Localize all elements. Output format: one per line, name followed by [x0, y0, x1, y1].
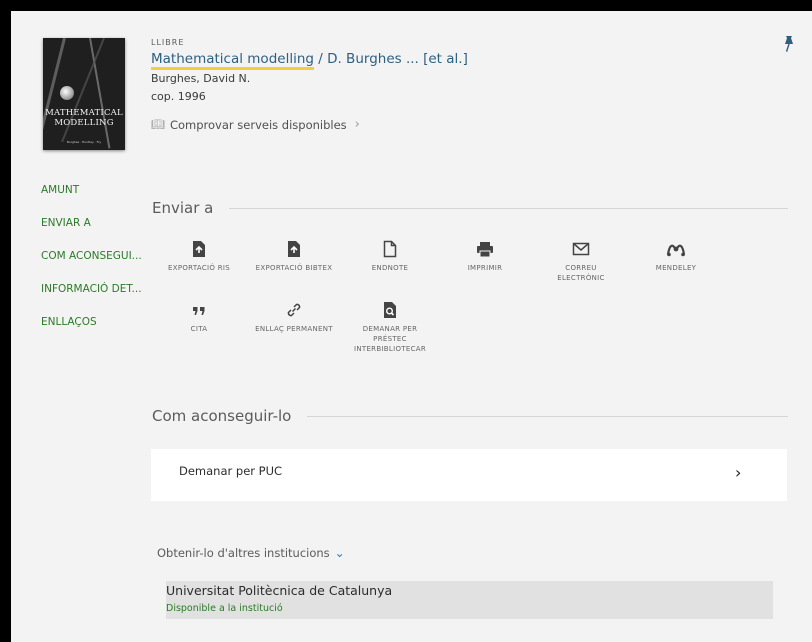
section-divider	[307, 415, 788, 417]
request-puc-label: Demanar per PUC	[179, 464, 283, 478]
nav-item-links[interactable]: ENLLAÇOS	[41, 316, 97, 328]
cover-title: MATHEMATICAL MODELLING	[45, 108, 123, 128]
record-title-responsibility[interactable]: / D. Burghes ... [et al.]	[314, 51, 468, 67]
print-label: IMPRIMIR	[467, 264, 503, 272]
chevron-right-icon: ›	[735, 463, 742, 482]
record-date: cop. 1996	[151, 90, 206, 103]
record-title[interactable]: Mathematical modelling / D. Burghes ... …	[151, 51, 468, 70]
cover-authors-text: Burghes · Huntley · Fry	[66, 140, 102, 144]
record-title-main[interactable]: Mathematical modelling	[151, 51, 314, 70]
search-file-icon	[384, 302, 396, 318]
mendeley-icon	[666, 244, 686, 257]
interlibrary-loan-label: DEMANAR PER PRÉSTEC INTERBIBLIOTECAR	[353, 325, 427, 353]
mendeley-label: MENDELEY	[655, 264, 697, 272]
get-it-heading: Com aconseguir-lo	[152, 407, 292, 425]
availability-status: Disponible a la institució	[166, 603, 283, 614]
export-ris-button[interactable]: EXPORTACIÓ RIS	[159, 240, 239, 273]
permalink-button[interactable]: ENLLAÇ PERMANENT	[254, 301, 334, 334]
quote-icon	[193, 307, 205, 315]
endnote-label: ENDNOTE	[371, 264, 409, 272]
cite-label: CITA	[190, 325, 208, 333]
print-button[interactable]: IMPRIMIR	[445, 240, 525, 273]
record-author: Burghes, David N.	[151, 72, 251, 85]
interlibrary-loan-button[interactable]: DEMANAR PER PRÉSTEC INTERBIBLIOTECAR	[350, 301, 430, 354]
print-icon	[477, 242, 493, 258]
check-services-link[interactable]: 📖︎ Comprovar serveis disponibles ›	[151, 117, 360, 132]
pin-icon[interactable]	[782, 35, 796, 53]
link-icon	[287, 303, 301, 317]
permalink-label: ENLLAÇ PERMANENT	[255, 325, 333, 333]
file-icon	[383, 240, 397, 258]
export-ris-label: EXPORTACIÓ RIS	[168, 264, 230, 272]
institution-name: Universitat Politècnica de Catalunya	[166, 583, 393, 598]
export-bibtex-button[interactable]: EXPORTACIÓ BIBTEX	[254, 240, 334, 273]
check-services-label: Comprovar serveis disponibles	[169, 117, 347, 132]
request-puc-row[interactable]: Demanar per PUC ›	[151, 449, 787, 501]
export-bibtex-label: EXPORTACIÓ BIBTEX	[255, 264, 333, 272]
open-book-icon: 📖︎	[151, 118, 165, 131]
nav-item-send-to[interactable]: ENVIAR A	[41, 217, 91, 229]
mendeley-button[interactable]: MENDELEY	[636, 240, 716, 273]
book-cover-thumbnail[interactable]: MATHEMATICAL MODELLING Burghes · Huntley…	[43, 38, 125, 150]
export-file-icon	[288, 241, 300, 257]
cite-button[interactable]: CITA	[159, 301, 239, 334]
export-file-icon	[193, 241, 205, 257]
resource-type-label: LLIBRE	[151, 38, 185, 47]
chevron-right-icon: ›	[354, 117, 360, 132]
send-to-section-header: Enviar a	[152, 199, 788, 217]
other-institutions-toggle[interactable]: Obtenir-lo d'altres institucions ⌄	[157, 546, 345, 560]
mail-icon	[572, 242, 590, 256]
email-label: CORREU ELECTRÒNIC	[557, 264, 605, 282]
email-button[interactable]: CORREU ELECTRÒNIC	[541, 240, 621, 283]
institution-item[interactable]: Universitat Politècnica de Catalunya Dis…	[166, 581, 773, 619]
section-divider	[229, 207, 788, 209]
nav-item-details[interactable]: INFORMACIÓ DET...	[41, 283, 142, 295]
nav-item-top[interactable]: AMUNT	[41, 184, 79, 196]
nav-item-get-it[interactable]: COM ACONSEGUI...	[41, 250, 142, 262]
other-institutions-label: Obtenir-lo d'altres institucions	[157, 546, 330, 560]
endnote-button[interactable]: ENDNOTE	[350, 240, 430, 273]
get-it-section-header: Com aconseguir-lo	[152, 407, 788, 425]
chevron-down-icon: ⌄	[334, 546, 345, 560]
full-record-panel: MATHEMATICAL MODELLING Burghes · Huntley…	[11, 11, 812, 642]
send-to-heading: Enviar a	[152, 199, 214, 217]
